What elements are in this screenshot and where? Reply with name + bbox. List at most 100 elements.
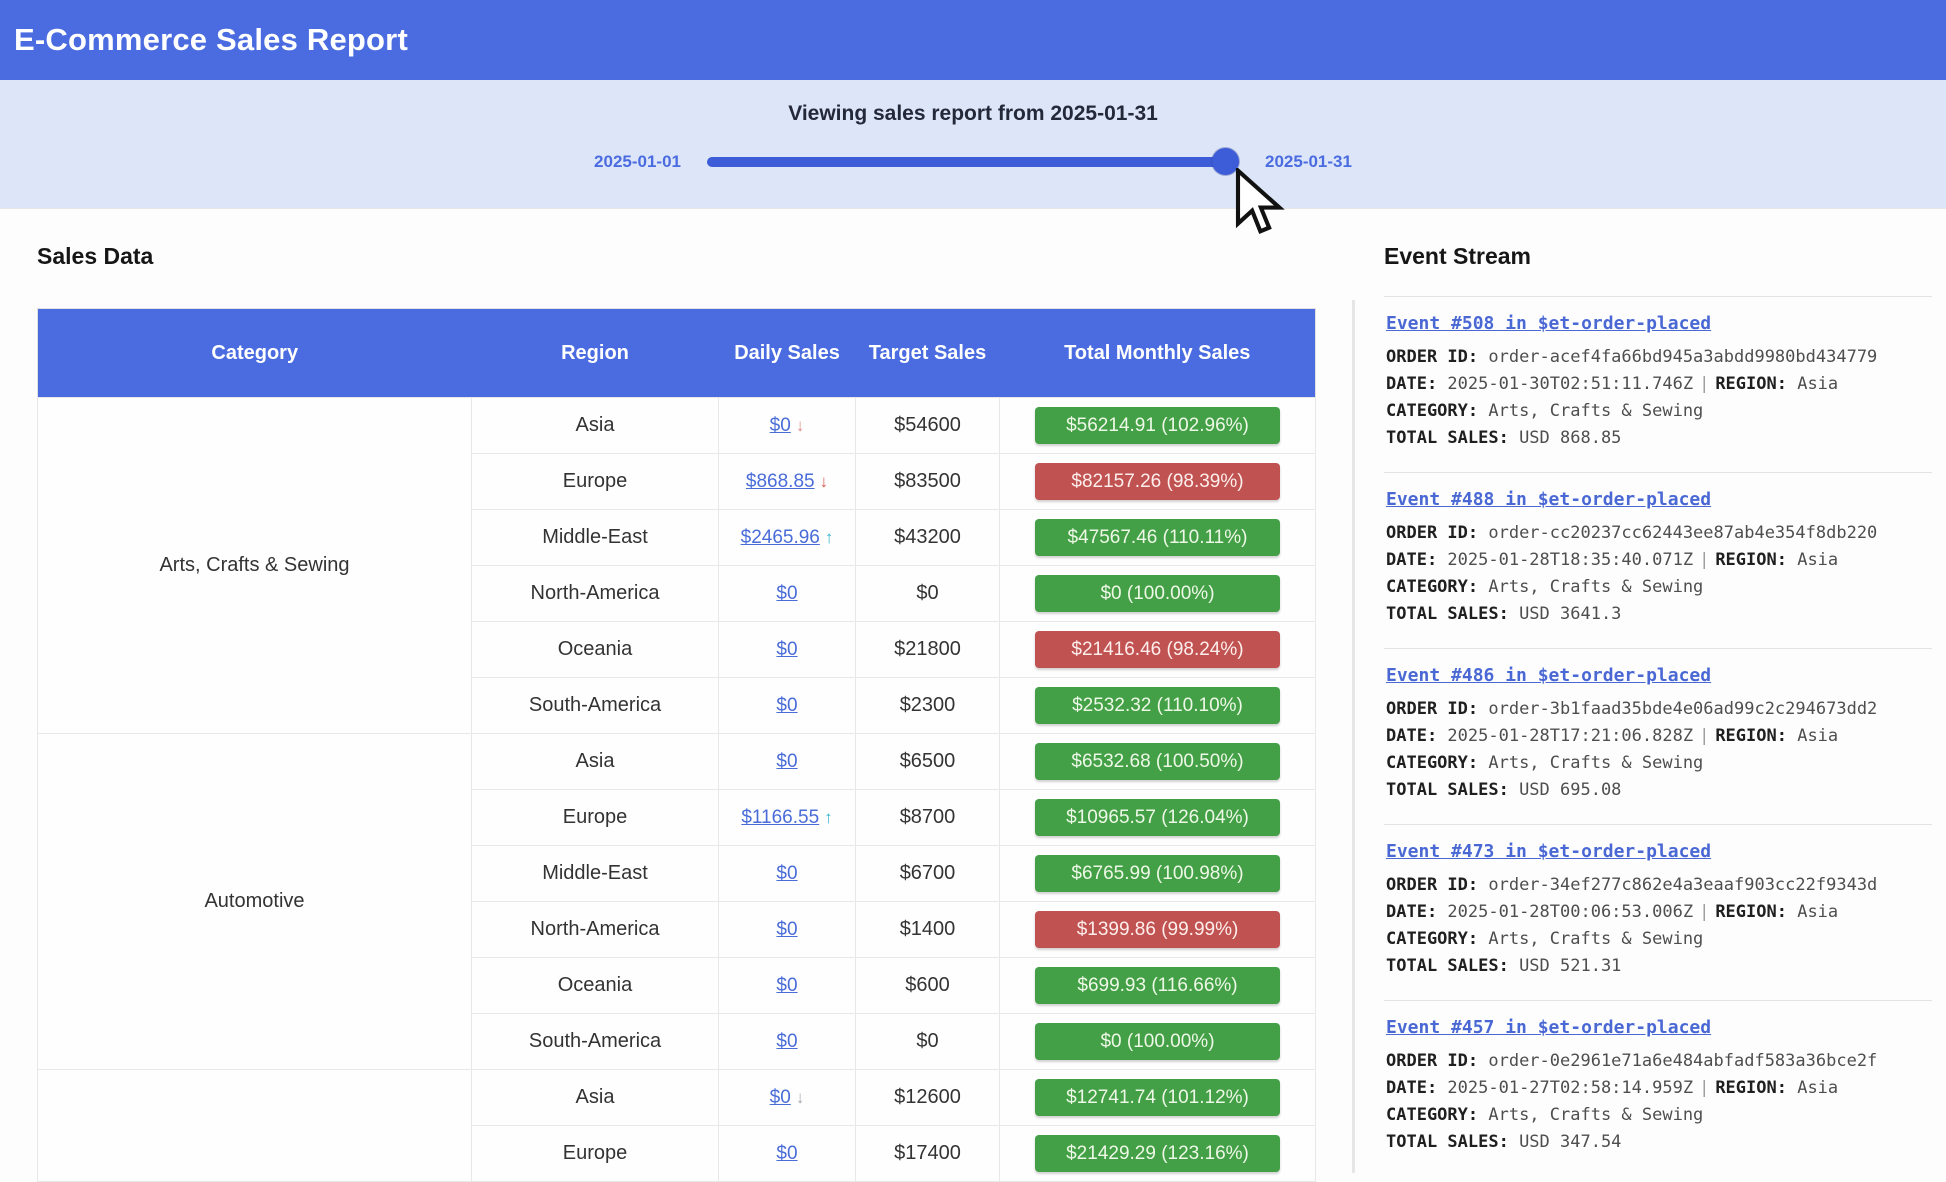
date-label: DATE: (1386, 726, 1437, 746)
daily-sales-link[interactable]: $1166.55 (741, 807, 819, 828)
daily-sales-link[interactable]: $0 (776, 583, 797, 604)
target-sales-cell: $21800 (856, 622, 1000, 678)
daily-sales-link[interactable]: $0 (776, 863, 797, 884)
daily-sales-link[interactable]: $0 (776, 919, 797, 940)
order-id-label: ORDER ID: (1386, 523, 1478, 543)
total-sales-label: TOTAL SALES: (1386, 1132, 1509, 1152)
event-category-line: CATEGORY: Arts, Crafts & Sewing (1386, 574, 1932, 601)
daily-sales-link[interactable]: $868.85 (746, 471, 815, 492)
region-cell: Asia (472, 734, 719, 790)
sales-table-body: Arts, Crafts & SewingAsia$0↓$54600$56214… (38, 398, 1316, 1182)
event-title-link[interactable]: Event #473 in $et-order-placed (1386, 841, 1711, 862)
event-title-link[interactable]: Event #486 in $et-order-placed (1386, 665, 1711, 686)
col-header-total-monthly-sales: Total Monthly Sales (1000, 309, 1316, 398)
total-sales-badge: $21429.29 (123.16%) (1035, 1135, 1280, 1172)
date-filter-bar: Viewing sales report from 2025-01-31 202… (0, 80, 1946, 209)
total-monthly-sales-cell: $82157.26 (98.39%) (1000, 454, 1316, 510)
daily-sales-cell: $0 (719, 622, 856, 678)
order-id-label: ORDER ID: (1386, 347, 1478, 367)
daily-sales-link[interactable]: $0 (776, 975, 797, 996)
event-title-link[interactable]: Event #488 in $et-order-placed (1386, 489, 1711, 510)
daily-sales-cell: $868.85↓ (719, 454, 856, 510)
total-sales-badge: $699.93 (116.66%) (1035, 967, 1280, 1004)
total-monthly-sales-cell: $6532.68 (100.50%) (1000, 734, 1316, 790)
slider-max-label: 2025-01-31 (1265, 152, 1352, 172)
date-range-slider[interactable] (707, 157, 1239, 167)
region-cell: Middle-East (472, 510, 719, 566)
total-monthly-sales-cell: $699.93 (116.66%) (1000, 958, 1316, 1014)
total-monthly-sales-cell: $1399.86 (99.99%) (1000, 902, 1316, 958)
total-monthly-sales-cell: $21416.46 (98.24%) (1000, 622, 1316, 678)
event-date-region-line: DATE: 2025-01-28T17:21:06.828Z|REGION: A… (1386, 723, 1932, 750)
category-label: CATEGORY: (1386, 401, 1478, 421)
date-slider-row: 2025-01-01 2025-01-31 (0, 152, 1946, 172)
event-category-line: CATEGORY: Arts, Crafts & Sewing (1386, 1102, 1932, 1129)
daily-sales-cell: $1166.55 ↑ (719, 790, 856, 846)
event-date-region-line: DATE: 2025-01-28T00:06:53.006Z|REGION: A… (1386, 899, 1932, 926)
daily-sales-link[interactable]: $0 (776, 639, 797, 660)
total-sales-badge: $0 (100.00%) (1035, 1023, 1280, 1060)
region-cell: Asia (472, 1070, 719, 1126)
region-cell: Europe (472, 1126, 719, 1182)
col-header-region: Region (472, 309, 719, 398)
slider-handle[interactable] (1212, 148, 1239, 175)
pipe-separator: | (1693, 374, 1715, 394)
region-label: REGION: (1715, 374, 1787, 394)
total-monthly-sales-cell: $6765.99 (100.98%) (1000, 846, 1316, 902)
date-label: DATE: (1386, 902, 1437, 922)
event-total-sales-line: TOTAL SALES: USD 347.54 (1386, 1129, 1932, 1156)
region-label: REGION: (1715, 902, 1787, 922)
daily-sales-cell: $0 (719, 846, 856, 902)
total-sales-badge: $56214.91 (102.96%) (1035, 407, 1280, 444)
event-title-link[interactable]: Event #457 in $et-order-placed (1386, 1017, 1711, 1038)
region-cell: Europe (472, 454, 719, 510)
target-sales-cell: $17400 (856, 1126, 1000, 1182)
total-sales-badge: $47567.46 (110.11%) (1035, 519, 1280, 556)
target-sales-cell: $1400 (856, 902, 1000, 958)
event-category-line: CATEGORY: Arts, Crafts & Sewing (1386, 750, 1932, 777)
event-item: Event #488 in $et-order-placed ORDER ID: … (1384, 472, 1932, 648)
trend-down-icon: ↓ (796, 416, 805, 435)
target-sales-cell: $6500 (856, 734, 1000, 790)
category-cell: Arts, Crafts & Sewing (38, 398, 472, 734)
daily-sales-cell: $0 ↓ (719, 398, 856, 454)
event-order-id-line: ORDER ID: order-3b1faad35bde4e06ad99c2c2… (1386, 696, 1932, 723)
region-cell: Asia (472, 398, 719, 454)
event-item: Event #457 in $et-order-placedORDER ID: … (1384, 1000, 1932, 1176)
event-order-id-line: ORDER ID: order-cc20237cc62443ee87ab4e35… (1386, 520, 1932, 547)
event-order-id-line: ORDER ID: order-acef4fa66bd945a3abdd9980… (1386, 344, 1932, 371)
target-sales-cell: $6700 (856, 846, 1000, 902)
total-sales-badge: $6532.68 (100.50%) (1035, 743, 1280, 780)
daily-sales-cell: $0 (719, 1014, 856, 1070)
col-header-daily-sales: Daily Sales (719, 309, 856, 398)
pipe-separator: | (1693, 1078, 1715, 1098)
trend-up-icon: ↑ (824, 808, 833, 827)
daily-sales-link[interactable]: $0 (770, 415, 791, 436)
target-sales-cell: $600 (856, 958, 1000, 1014)
region-label: REGION: (1715, 550, 1787, 570)
order-id-label: ORDER ID: (1386, 875, 1478, 895)
region-cell: South-America (472, 678, 719, 734)
region-cell: North-America (472, 566, 719, 622)
daily-sales-cell: $0 ↓ (719, 1070, 856, 1126)
app-header: E-Commerce Sales Report (0, 0, 1946, 80)
region-label: REGION: (1715, 1078, 1787, 1098)
total-monthly-sales-cell: $12741.74 (101.12%) (1000, 1070, 1316, 1126)
sales-table: Category Region Daily Sales Target Sales… (37, 308, 1315, 1182)
category-label: CATEGORY: (1386, 753, 1478, 773)
daily-sales-link[interactable]: $2465.96 (741, 527, 820, 548)
event-title-link[interactable]: Event #508 in $et-order-placed (1386, 313, 1711, 334)
daily-sales-link[interactable]: $0 (776, 695, 797, 716)
region-cell: South-America (472, 1014, 719, 1070)
order-id-label: ORDER ID: (1386, 699, 1478, 719)
total-sales-label: TOTAL SALES: (1386, 956, 1509, 976)
daily-sales-link[interactable]: $0 (776, 1031, 797, 1052)
target-sales-cell: $83500 (856, 454, 1000, 510)
total-sales-label: TOTAL SALES: (1386, 428, 1509, 448)
daily-sales-link[interactable]: $0 (776, 1143, 797, 1164)
target-sales-cell: $2300 (856, 678, 1000, 734)
daily-sales-link[interactable]: $0 (770, 1087, 791, 1108)
trend-down-icon: ↓ (796, 1088, 805, 1107)
total-sales-badge: $21416.46 (98.24%) (1035, 631, 1280, 668)
daily-sales-link[interactable]: $0 (776, 751, 797, 772)
